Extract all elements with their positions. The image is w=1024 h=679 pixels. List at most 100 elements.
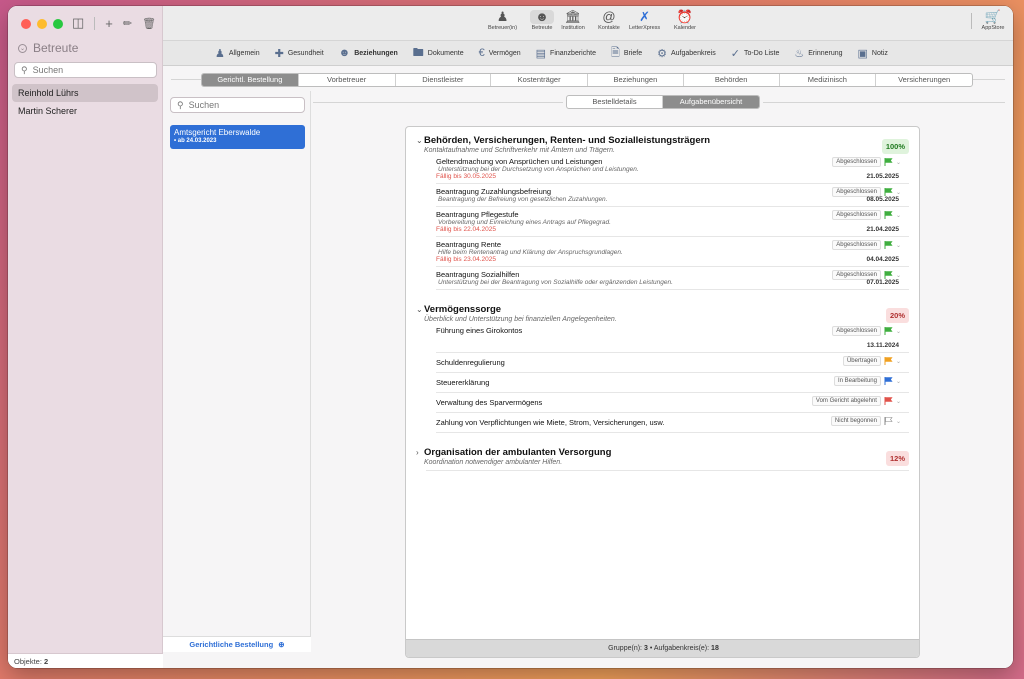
nav-todo[interactable]: ✓ To-Do Liste (731, 47, 780, 60)
status-badge: Übertragen (842, 356, 881, 366)
nav-gesundheit[interactable]: ✚ Gesundheit (275, 47, 324, 60)
status-badge: Vom Gericht abgelehnt (811, 396, 881, 406)
task-row[interactable]: Schuldenregulierung Übertragen ⌄ (436, 353, 909, 373)
tab-beziehungen[interactable]: Beziehungen (588, 74, 684, 86)
task-row[interactable]: Beantragung Sozialhilfen Unterstützung b… (436, 267, 909, 290)
toolbar-label: Betreuer(in) (488, 25, 518, 31)
order-card-date: • ab 24.03.2023 (174, 138, 217, 144)
chevron-down-icon[interactable]: ⌄ (896, 378, 901, 385)
tab-vorbetreuer[interactable]: Vorbetreuer (299, 74, 396, 86)
task-row[interactable]: Geltendmachung von Ansprüchen und Leistu… (436, 154, 909, 184)
toolbar-label: Betreute (531, 25, 553, 31)
tab-behoerden[interactable]: Behörden (684, 74, 780, 86)
nav-dokumente[interactable]: 🖿 Dokumente (413, 44, 464, 63)
alarm-clock-icon: ⏰ (676, 9, 694, 24)
tab-dienstleister[interactable]: Dienstleister (396, 74, 492, 86)
task-row[interactable]: Beantragung Pflegestufe Vorbereitung und… (436, 207, 909, 237)
person-outline-icon: ♟ (496, 9, 509, 24)
tab-bar: Gerichtl. Bestellung Vorbetreuer Dienstl… (201, 73, 973, 87)
nav-finanzberichte[interactable]: ▤ Finanzberichte (536, 47, 596, 60)
chevron-down-icon[interactable]: ⌄ (896, 418, 901, 425)
status-badge: Abgeschlossen (832, 157, 881, 167)
group-header[interactable]: › Organisation der ambulanten Versorgung … (416, 447, 909, 466)
euro-icon: € (478, 47, 485, 59)
minimize-window-button[interactable] (37, 19, 47, 29)
group-subtitle: Überblick und Unterstützung bei finanzie… (424, 316, 617, 323)
toolbar-kontakte[interactable]: @ Kontakte (597, 10, 621, 32)
task-due-date: Fällig bis 30.05.2025 (436, 173, 496, 180)
task-row[interactable]: Steuererklärung In Bearbeitung ⌄ (436, 373, 909, 393)
chevron-right-icon[interactable]: › (416, 448, 422, 457)
order-search-input[interactable]: ⚲ Suchen (170, 97, 305, 113)
app-window: ◫ + ✏ 🗑 ⌄ Betreute ⚲ Suchen Reinhold Lüh… (8, 6, 1013, 668)
nav-allgemein[interactable]: ♟ Allgemein (215, 47, 260, 60)
task-row[interactable]: Beantragung Zuzahlungsbefreiung Beantrag… (436, 184, 909, 207)
toolbar-institution[interactable]: 🏛 Institution (561, 10, 585, 32)
tab-medizinisch[interactable]: Medizinisch (780, 74, 877, 86)
search-icon: ⚲ (177, 99, 184, 110)
nav-beziehungen[interactable]: ☻ Beziehungen (339, 47, 398, 59)
chevron-down-icon[interactable]: ⌄ (896, 398, 901, 405)
edit-icon[interactable]: ✏ (123, 17, 132, 30)
order-card[interactable]: Amtsgericht Eberswalde • ab 24.03.2023 (170, 125, 305, 149)
task-status[interactable]: Abgeschlossen ⌄ (832, 240, 901, 250)
task-status[interactable]: Abgeschlossen ⌄ (832, 157, 901, 167)
group-header[interactable]: ⌄ Vermögenssorge Überblick und Unterstütz… (416, 304, 909, 323)
toolbar-kalender[interactable]: ⏰ Kalender (673, 9, 697, 32)
group-header[interactable]: ⌄ Behörden, Versicherungen, Renten- und S… (416, 135, 909, 154)
nav-aufgabenkreis[interactable]: ⚙ Aufgabenkreis (657, 47, 716, 60)
subtab-bestelldetails[interactable]: Bestelldetails (567, 96, 663, 108)
groups-label: Gruppe(n): (608, 645, 642, 652)
sidebar-toggle-icon[interactable]: ◫ (72, 15, 84, 31)
close-window-button[interactable] (21, 19, 31, 29)
task-completed-date: 21.04.2025 (866, 226, 899, 233)
nav-notiz[interactable]: ▣ Notiz (858, 47, 888, 60)
chevron-down-icon[interactable]: ⌄ (896, 272, 901, 279)
task-status[interactable]: Vom Gericht abgelehnt ⌄ (811, 396, 901, 406)
trash-icon[interactable]: 🗑 (142, 17, 156, 30)
chevron-down-icon[interactable]: ⌄ (416, 136, 423, 145)
chevron-circle-icon[interactable]: ⌄ (18, 43, 27, 53)
chevron-down-icon[interactable]: ⌄ (416, 305, 423, 314)
toolbar-letterxpress[interactable]: ✗ LetterXpress (629, 10, 660, 32)
task-status[interactable]: In Bearbeitung ⌄ (833, 376, 901, 386)
task-status[interactable]: Abgeschlossen ⌄ (832, 210, 901, 220)
add-icon[interactable]: + (105, 16, 113, 31)
object-count-value: 2 (44, 657, 49, 666)
nav-vermoegen[interactable]: € Vermögen (479, 47, 521, 59)
flag-icon (884, 271, 893, 279)
sidebar-search-input[interactable]: ⚲ Suchen (14, 62, 157, 78)
order-list-column: ⚲ Suchen Amtsgericht Eberswalde • ab 24.… (163, 91, 311, 652)
tab-gerichtl-bestellung[interactable]: Gerichtl. Bestellung (202, 74, 299, 86)
subtab-aufgabenuebersicht[interactable]: Aufgabenübersicht (663, 96, 759, 108)
task-row[interactable]: Beantragung Rente Hilfe beim Rentenantra… (436, 237, 909, 267)
chevron-down-icon[interactable]: ⌄ (896, 358, 901, 365)
chevron-down-icon[interactable]: ⌄ (896, 242, 901, 249)
task-status[interactable]: Abgeschlossen ⌄ (832, 326, 901, 336)
status-badge: Nicht begonnen (830, 416, 881, 426)
chevron-down-icon[interactable]: ⌄ (896, 159, 901, 166)
zoom-window-button[interactable] (53, 19, 63, 29)
add-order-button[interactable]: Gerichtliche Bestellung ⊕ (163, 636, 311, 652)
toolbar-betreuer[interactable]: ♟ Betreuer(in) (488, 9, 518, 32)
task-description: Beantragung der Befreiung von gesetzlich… (438, 196, 608, 203)
chevron-down-icon[interactable]: ⌄ (896, 212, 901, 219)
task-status[interactable]: Nicht begonnen ⌄ (830, 416, 901, 426)
toolbar-betreute[interactable]: ☻ Betreute (530, 10, 554, 31)
list-item[interactable]: Reinhold Lührs (12, 84, 158, 102)
task-status[interactable]: Übertragen ⌄ (842, 356, 901, 366)
task-row[interactable]: Verwaltung des Sparvermögens Vom Gericht… (436, 393, 909, 413)
nav-erinnerung[interactable]: ♨ Erinnerung (794, 47, 842, 60)
chevron-down-icon[interactable]: ⌄ (896, 328, 901, 335)
sidebar-header[interactable]: ⌄ Betreute (18, 41, 78, 55)
nav-briefe[interactable]: 🗎 Briefe (611, 44, 642, 63)
tab-kostentraeger[interactable]: Kostenträger (491, 74, 588, 86)
list-item[interactable]: Martin Scherer (12, 102, 158, 120)
group-title-text: Vermögenssorge (424, 304, 502, 315)
sidebar-title: Betreute (33, 41, 79, 55)
tab-versicherungen[interactable]: Versicherungen (876, 74, 972, 86)
chevron-down-icon[interactable]: ⌄ (896, 189, 901, 196)
toolbar-appstore[interactable]: 🛒 AppStore (981, 10, 1005, 32)
task-row[interactable]: Führung eines Girokontos Abgeschlossen ⌄… (436, 323, 909, 353)
task-row[interactable]: Zahlung von Verpflichtungen wie Miete, S… (436, 413, 909, 433)
